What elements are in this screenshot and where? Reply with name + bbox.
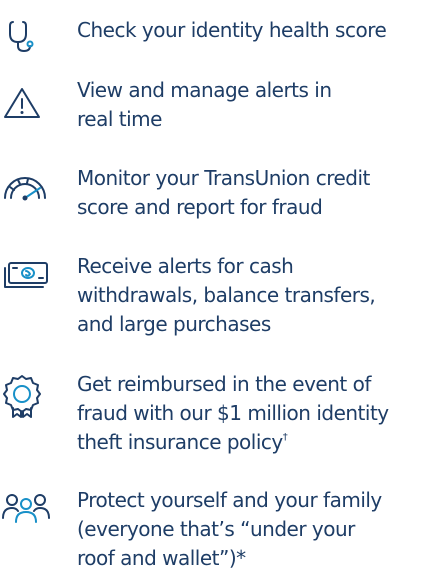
feature-line: real time xyxy=(77,107,162,131)
feature-text: Get reimbursed in the event of fraud wit… xyxy=(77,370,447,457)
feature-text: Receive alerts for cash withdrawals, bal… xyxy=(77,252,447,339)
stethoscope-icon xyxy=(0,20,70,54)
feature-line: score and report for fraud xyxy=(77,195,323,219)
feature-text: Check your identity health score xyxy=(77,16,447,45)
feature-list: Check your identity health score View an… xyxy=(0,0,447,570)
feature-line: theft insurance policy xyxy=(77,430,283,454)
feature-line: Get reimbursed in the event of xyxy=(77,372,371,396)
speedometer-icon xyxy=(0,172,70,206)
warning-icon xyxy=(0,86,70,120)
feature-line: Receive alerts for cash xyxy=(77,254,294,278)
award-ribbon-icon xyxy=(0,374,70,418)
feature-line: Check your identity health score xyxy=(77,18,387,42)
feature-text: Protect yourself and your family (everyo… xyxy=(77,486,447,573)
feature-text: View and manage alerts in real time xyxy=(77,76,447,134)
feature-line: and large purchases xyxy=(77,312,271,336)
feature-line: withdrawals, balance transfers, xyxy=(77,283,376,307)
feature-line: fraud with our $1 million identity xyxy=(77,401,389,425)
family-icon xyxy=(0,490,70,524)
feature-line: Protect yourself and your family xyxy=(77,488,382,512)
feature-line: Monitor your TransUnion credit xyxy=(77,166,370,190)
feature-line: (everyone that’s “under your xyxy=(77,517,355,541)
cash-icon xyxy=(0,258,70,292)
feature-line: roof and wallet”)* xyxy=(77,546,246,570)
feature-line: View and manage alerts in xyxy=(77,78,332,102)
footnote-mark: † xyxy=(282,432,288,443)
feature-text: Monitor your TransUnion credit score and… xyxy=(77,164,447,222)
